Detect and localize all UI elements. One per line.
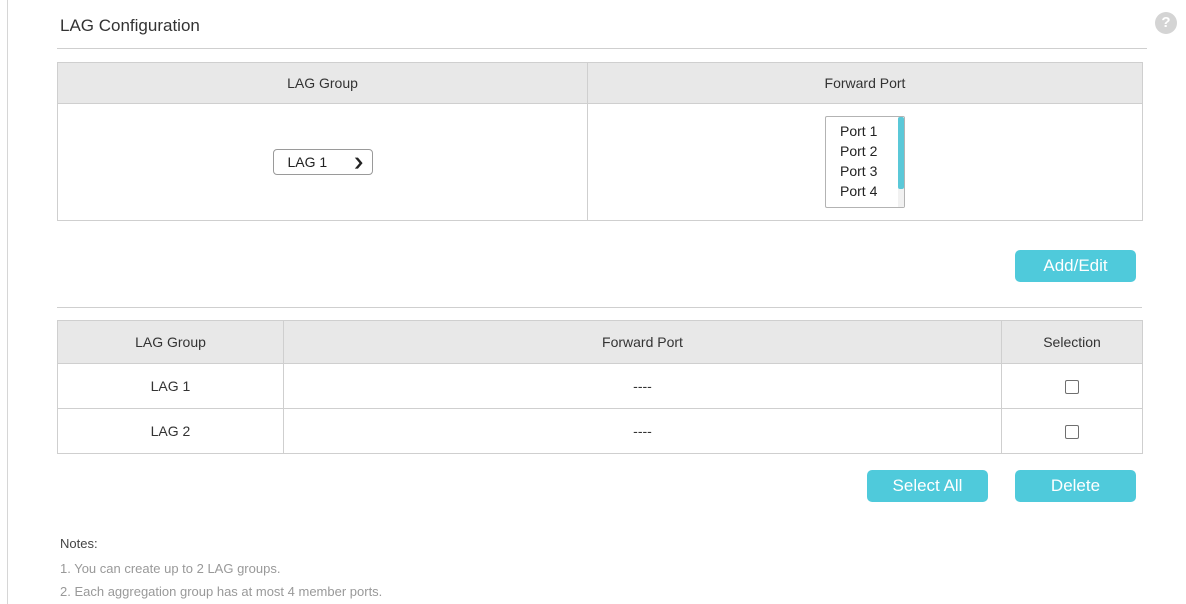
add-edit-button[interactable]: Add/Edit xyxy=(1015,250,1136,282)
table-row: LAG 2 ---- xyxy=(57,408,1143,454)
note-item: 2. Each aggregation group has at most 4 … xyxy=(60,584,383,599)
port-option[interactable]: Port 4 xyxy=(840,181,904,201)
lag-group-cell: LAG 1 ❯ xyxy=(57,103,588,221)
config-header-row: LAG Group Forward Port xyxy=(57,62,1143,104)
section-divider xyxy=(57,307,1142,308)
row-selection-cell xyxy=(1001,408,1143,454)
chevron-down-icon: ❯ xyxy=(352,156,365,169)
config-header-forward-port: Forward Port xyxy=(587,62,1143,104)
lag-config-table: LAG Group Forward Port LAG 1 ❯ Port 1 Po… xyxy=(57,62,1143,221)
forward-port-listbox[interactable]: Port 1 Port 2 Port 3 Port 4 xyxy=(825,116,905,208)
list-header-selection: Selection xyxy=(1001,320,1143,364)
config-input-row: LAG 1 ❯ Port 1 Port 2 Port 3 Port 4 xyxy=(57,103,1143,221)
row-lag-group: LAG 1 xyxy=(57,363,284,409)
port-option[interactable]: Port 2 xyxy=(840,141,904,161)
question-circle-icon[interactable]: ? xyxy=(1155,12,1177,34)
row-forward-port: ---- xyxy=(283,363,1002,409)
row-selection-cell xyxy=(1001,363,1143,409)
port-list-scroll-thumb[interactable] xyxy=(898,117,904,189)
row-forward-port: ---- xyxy=(283,408,1002,454)
title-divider xyxy=(57,48,1147,49)
select-all-button[interactable]: Select All xyxy=(867,470,988,502)
list-header-forward-port: Forward Port xyxy=(283,320,1002,364)
section-title: LAG Configuration xyxy=(60,16,200,35)
list-header-row: LAG Group Forward Port Selection xyxy=(57,320,1143,364)
list-header-lag-group: LAG Group xyxy=(57,320,284,364)
row-select-checkbox[interactable] xyxy=(1065,425,1079,440)
lag-group-select[interactable]: LAG 1 ❯ xyxy=(272,149,373,175)
left-border xyxy=(7,0,8,604)
config-header-lag-group: LAG Group xyxy=(57,62,588,104)
note-item: 1. You can create up to 2 LAG groups. xyxy=(60,561,281,576)
table-row: LAG 1 ---- xyxy=(57,363,1143,409)
row-lag-group: LAG 2 xyxy=(57,408,284,454)
lag-group-select-value: LAG 1 xyxy=(287,154,328,170)
forward-port-cell: Port 1 Port 2 Port 3 Port 4 xyxy=(587,103,1143,221)
port-list-scrollbar[interactable] xyxy=(898,117,904,207)
lag-list-table: LAG Group Forward Port Selection LAG 1 -… xyxy=(57,320,1143,454)
port-option[interactable]: Port 1 xyxy=(840,121,904,141)
port-option[interactable]: Port 3 xyxy=(840,161,904,181)
row-select-checkbox[interactable] xyxy=(1065,380,1079,395)
notes-title: Notes: xyxy=(60,536,98,551)
delete-button[interactable]: Delete xyxy=(1015,470,1136,502)
